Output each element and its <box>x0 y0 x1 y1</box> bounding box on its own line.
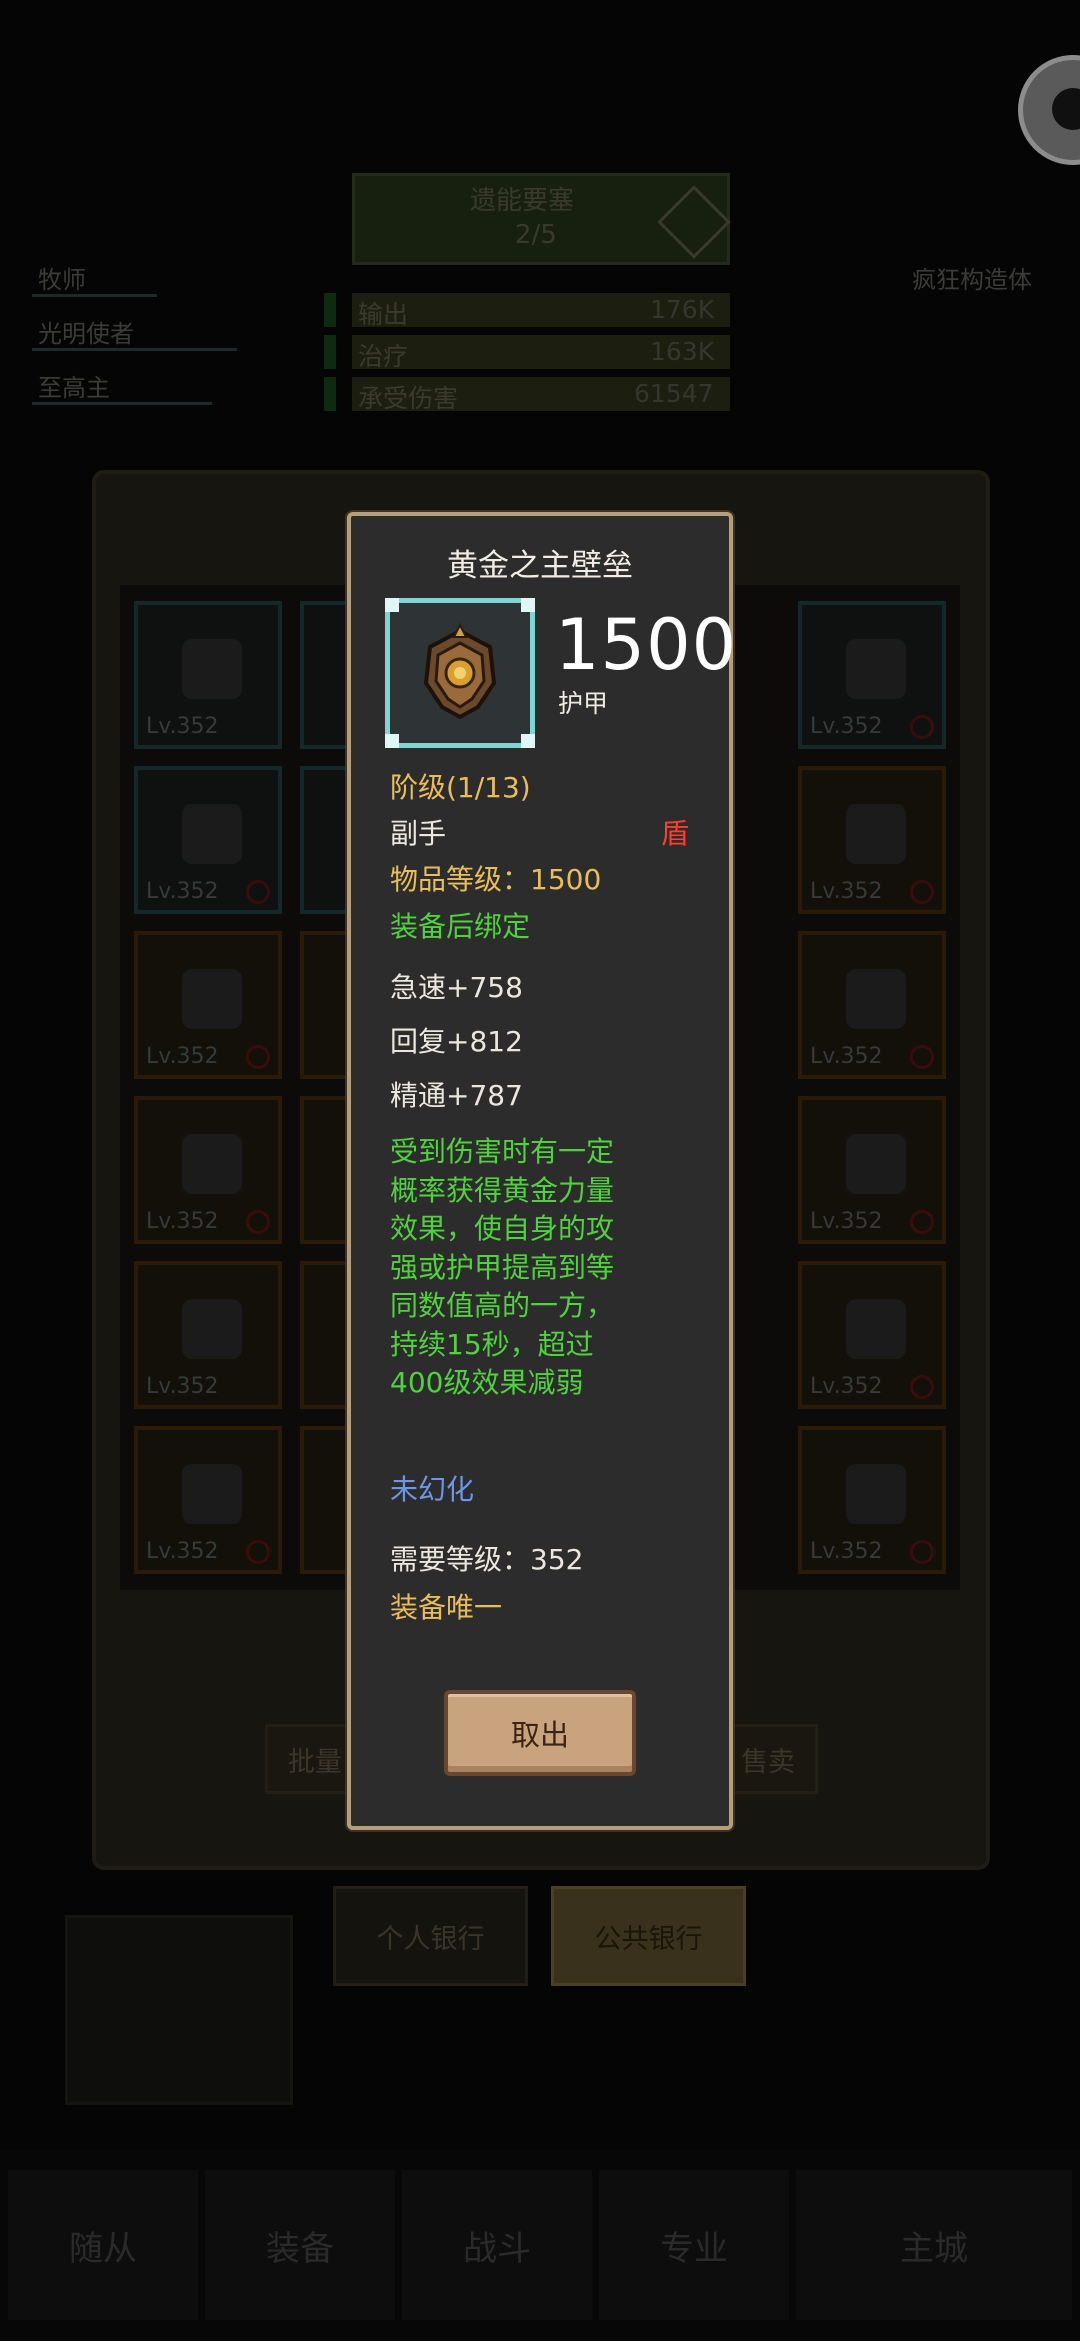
slot-level: Lv.352 <box>810 714 883 739</box>
role-divider <box>32 294 157 297</box>
item-icon <box>846 1299 906 1359</box>
slot-level: Lv.352 <box>146 714 219 739</box>
effect-line: 持续15秒，超过 <box>390 1327 594 1361</box>
dungeon-progress: 2/5 <box>515 220 557 250</box>
bag-slot[interactable]: Lv.352 <box>134 1096 282 1244</box>
slot-level: Lv.352 <box>810 1539 883 1564</box>
item-icon <box>182 804 242 864</box>
stat-value: 176K <box>650 295 715 324</box>
golden-shield-icon <box>423 622 497 720</box>
bag-slot[interactable]: Lv.352 <box>134 1261 282 1409</box>
ban-icon <box>246 1045 270 1069</box>
slot-level: Lv.352 <box>810 879 883 904</box>
effect-line: 效果，使自身的攻 <box>390 1212 615 1245</box>
item-icon <box>182 1134 242 1194</box>
bag-slot[interactable]: Lv.352 <box>134 1426 282 1574</box>
stat-bar <box>324 335 336 369</box>
ban-icon <box>246 1210 270 1234</box>
slot-level: Lv.352 <box>146 1044 219 1069</box>
unique-equipped: 装备唯一 <box>390 1591 503 1624</box>
item-name: 黄金之主壁垒 <box>447 548 633 584</box>
role-item[interactable]: 光明使者 <box>38 314 134 349</box>
slot-level: Lv.352 <box>810 1374 883 1399</box>
stat-recovery: 回复+812 <box>390 1025 523 1058</box>
stat-mastery: 精通+787 <box>390 1079 523 1112</box>
take-out-button[interactable]: 取出 <box>444 1690 636 1776</box>
bind-type: 装备后绑定 <box>390 910 531 943</box>
role-item[interactable]: 至高主 <box>38 368 110 403</box>
item-icon <box>182 1464 242 1524</box>
nav-profession[interactable]: 专业 <box>599 2170 789 2320</box>
slot-level: Lv.352 <box>146 1374 219 1399</box>
public-bank-tab[interactable]: 公共银行 <box>551 1886 746 1986</box>
item-icon <box>182 639 242 699</box>
required-level: 需要等级：352 <box>390 1543 584 1576</box>
personal-bank-tab[interactable]: 个人银行 <box>333 1886 528 1986</box>
nav-main-city[interactable]: 主城 <box>796 2170 1072 2320</box>
ban-icon <box>910 1540 934 1564</box>
item-tier: 阶级(1/13) <box>390 771 531 804</box>
stat-haste: 急速+758 <box>390 971 523 1004</box>
stat-label: 治疗 <box>358 342 409 371</box>
item-icon-frame <box>385 598 535 748</box>
item-icon <box>182 969 242 1029</box>
bag-slot[interactable]: Lv.352 <box>798 931 946 1079</box>
item-slot: 副手 <box>390 817 447 850</box>
item-icon <box>182 1299 242 1359</box>
item-icon <box>846 639 906 699</box>
ban-icon <box>910 880 934 904</box>
effect-line: 强或护甲提高到等 <box>390 1250 615 1284</box>
slot-level: Lv.352 <box>810 1044 883 1069</box>
pet-card[interactable] <box>65 1915 293 2105</box>
ban-icon <box>910 715 934 739</box>
item-type: 盾 <box>661 817 690 850</box>
effect-line: 同数值高的一方， <box>390 1289 615 1322</box>
stat-bar <box>324 293 336 327</box>
bag-slot[interactable]: Lv.352 <box>798 1426 946 1574</box>
ban-icon <box>910 1045 934 1069</box>
item-icon <box>846 804 906 864</box>
nav-equipment[interactable]: 装备 <box>205 2170 395 2320</box>
nav-followers[interactable]: 随从 <box>8 2170 198 2320</box>
bag-slot[interactable]: Lv.352 <box>134 601 282 749</box>
sell-button[interactable]: 售卖 <box>718 1724 818 1794</box>
slot-level: Lv.352 <box>810 1209 883 1234</box>
item-icon <box>846 969 906 1029</box>
bag-slot[interactable]: Lv.352 <box>798 1096 946 1244</box>
effect-line: 400级效果减弱 <box>390 1366 584 1399</box>
bag-slot[interactable]: Lv.352 <box>798 601 946 749</box>
transmog-status: 未幻化 <box>390 1473 475 1506</box>
role-divider <box>32 348 237 351</box>
effect-line: 概率获得黄金力量 <box>390 1173 615 1207</box>
armor-label: 护甲 <box>558 689 609 718</box>
armor-value: 1500 <box>555 604 738 686</box>
role-divider <box>32 402 212 405</box>
effect-line: 受到伤害时有一定 <box>390 1135 615 1168</box>
slot-level: Lv.352 <box>146 1539 219 1564</box>
ban-icon <box>246 1540 270 1564</box>
bag-slot[interactable]: Lv.352 <box>134 931 282 1079</box>
role-item[interactable]: 牧师 <box>38 260 86 295</box>
stat-label: 输出 <box>358 300 409 329</box>
bag-slot[interactable]: Lv.352 <box>134 766 282 914</box>
nav-battle[interactable]: 战斗 <box>402 2170 592 2320</box>
slot-level: Lv.352 <box>146 879 219 904</box>
bag-slot[interactable]: Lv.352 <box>798 766 946 914</box>
ban-icon <box>910 1375 934 1399</box>
ban-icon <box>246 880 270 904</box>
item-level: 物品等级：1500 <box>390 863 602 896</box>
item-effect-text: 受到伤害时有一定 概率获得黄金力量 效果，使自身的攻 强或护甲提高到等 同数值高… <box>390 1133 650 1403</box>
item-icon <box>846 1464 906 1524</box>
item-icon <box>846 1134 906 1194</box>
stat-value: 61547 <box>634 379 714 408</box>
ban-icon <box>910 1210 934 1234</box>
slot-level: Lv.352 <box>146 1209 219 1234</box>
bag-slot[interactable]: Lv.352 <box>798 1261 946 1409</box>
stat-bar <box>324 377 336 411</box>
stat-label: 承受伤害 <box>358 384 459 413</box>
enemy-name: 疯狂构造体 <box>912 266 1032 294</box>
stat-value: 163K <box>650 337 715 366</box>
dungeon-title: 遗能要塞 <box>470 186 575 216</box>
